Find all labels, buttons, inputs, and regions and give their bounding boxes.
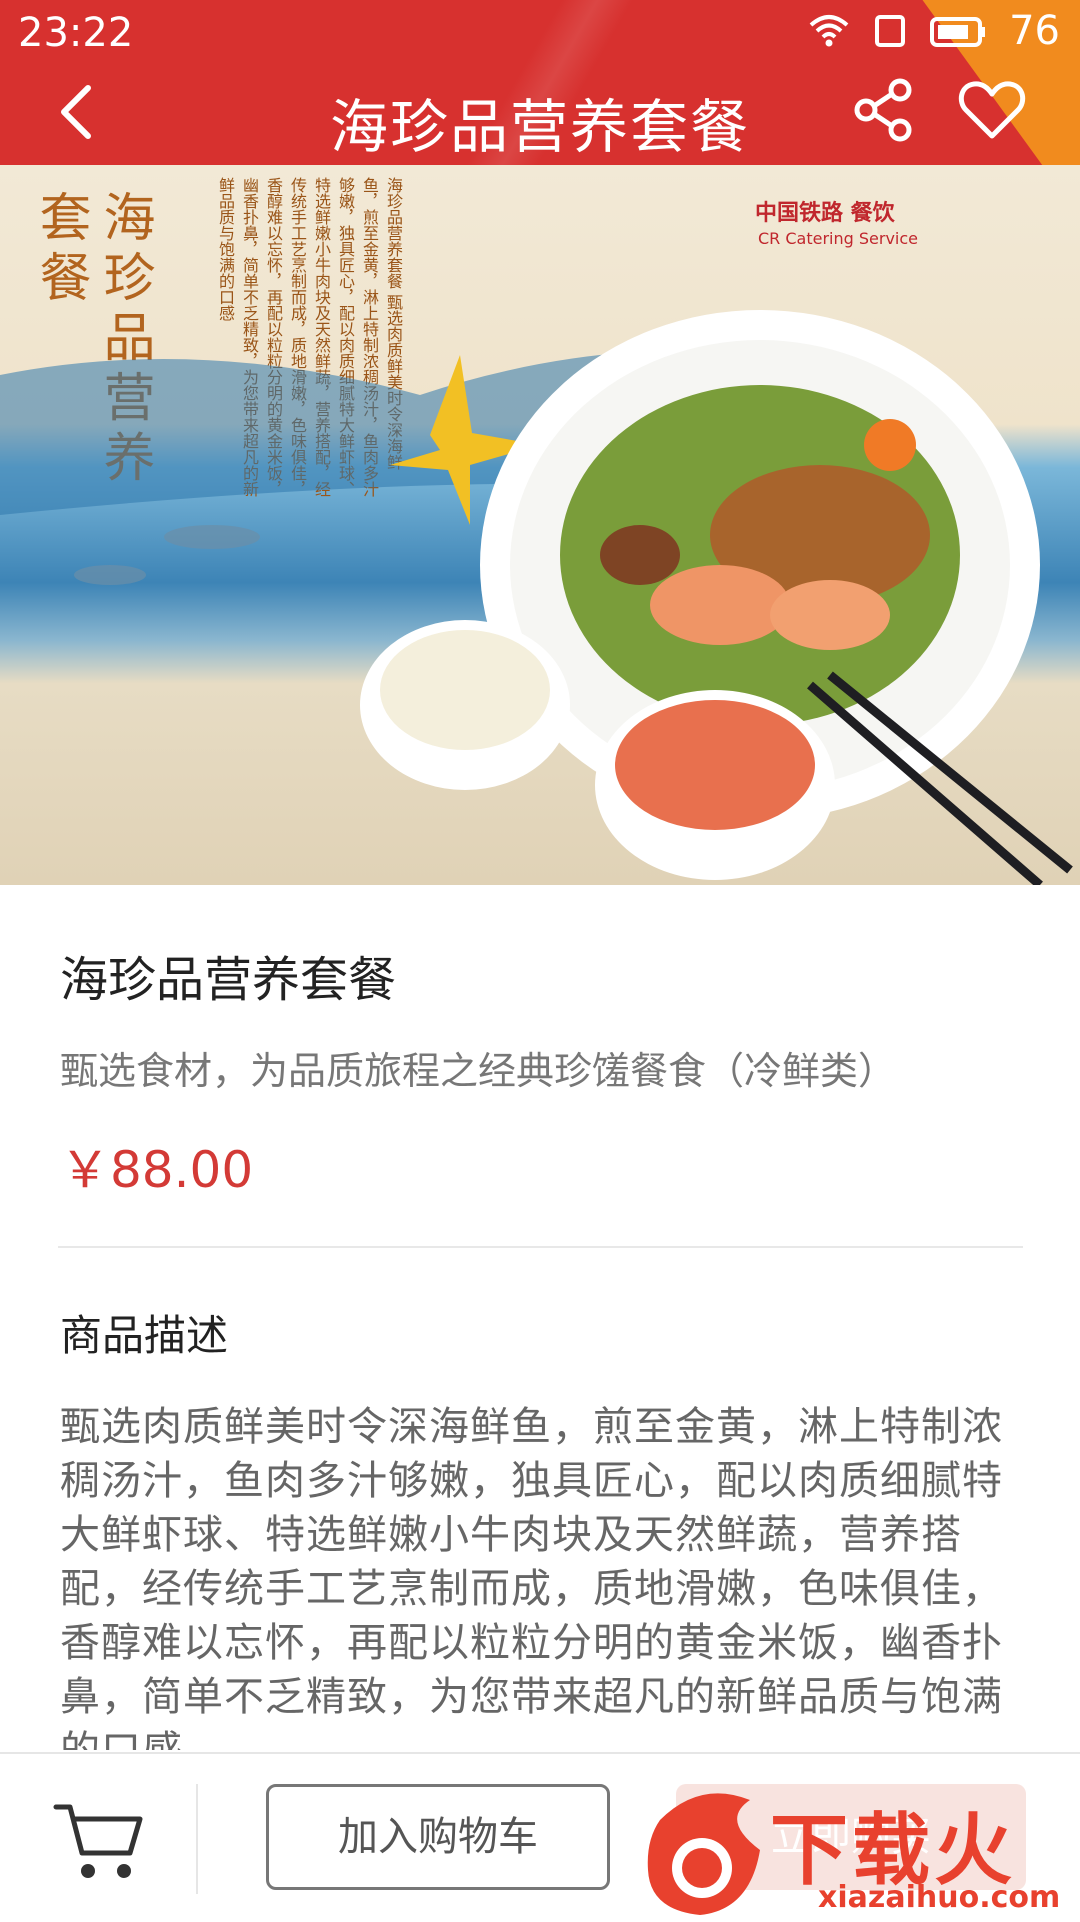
divider <box>58 1246 1023 1248</box>
product-subtitle: 甄选食材，为品质旅程之经典珍馐餐食（冷鲜类） <box>60 1049 897 1093</box>
share-icon[interactable] <box>852 78 916 142</box>
watermark: 下载火 xiazaihuo.com <box>640 1780 1080 1920</box>
sim-icon <box>875 15 906 47</box>
nav-bar: 海珍品营养套餐 <box>0 62 1080 165</box>
product-banner-image: 海珍品营养套餐 海珍品营养套餐 甄选肉质鲜美时令深海鲜鱼，煎至金黄，淋上特制浓稠… <box>0 165 1080 885</box>
add-to-cart-button[interactable]: 加入购物车 <box>266 1784 610 1890</box>
product-name: 海珍品营养套餐 <box>60 952 397 1008</box>
status-icons: 76 <box>807 8 1060 54</box>
watermark-url: xiazaihuo.com <box>818 1880 1061 1915</box>
favorite-heart-icon[interactable] <box>958 78 1026 142</box>
header: 23:22 76 海珍品营养套餐 <box>0 0 1080 165</box>
flame-logo-icon <box>647 1793 760 1915</box>
status-bar: 23:22 76 <box>0 0 1080 62</box>
page-title: 海珍品营养套餐 <box>329 93 750 161</box>
wifi-icon <box>809 15 849 47</box>
cart-icon[interactable] <box>52 1799 144 1883</box>
bar-divider <box>196 1784 198 1894</box>
description-heading: 商品描述 <box>60 1311 229 1360</box>
battery-level: 76 <box>1009 8 1060 54</box>
product-price: ￥88.00 <box>60 1141 254 1199</box>
description-body: 甄选肉质鲜美时令深海鲜鱼，煎至金黄，淋上特制浓稠汤汁，鱼肉多汁够嫩，独具匠心，配… <box>60 1404 1003 1750</box>
food-plate-illustration <box>0 310 1073 885</box>
status-time: 23:22 <box>18 10 134 56</box>
battery-icon <box>930 17 986 47</box>
